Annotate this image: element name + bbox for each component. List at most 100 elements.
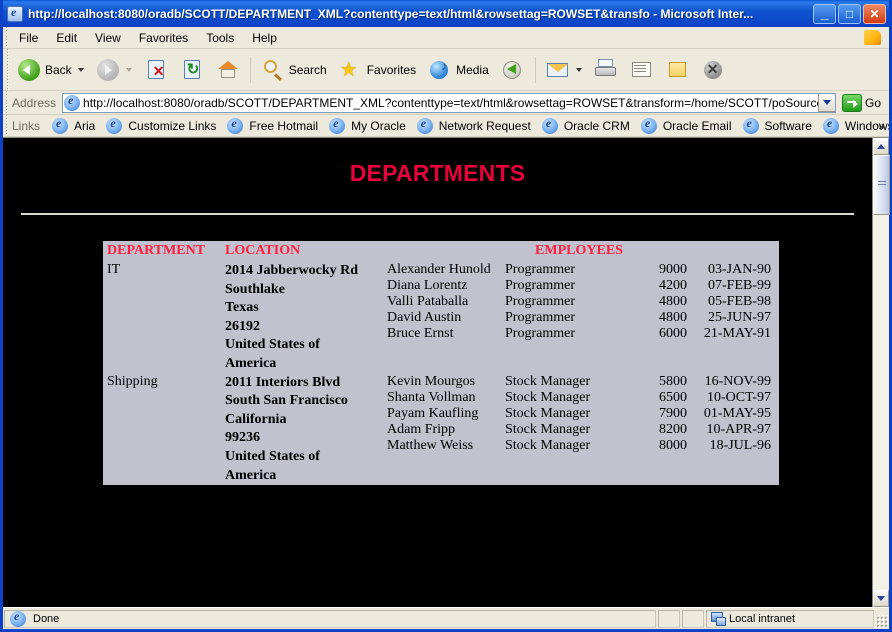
employee-name: Diana Lorentz — [383, 278, 501, 294]
employee-name: David Austin — [383, 310, 501, 326]
print-button[interactable] — [588, 51, 624, 89]
search-button[interactable]: Search — [255, 51, 333, 89]
link-my-oracle[interactable]: My Oracle — [323, 118, 411, 134]
stop-button[interactable]: ✕ — [138, 51, 174, 89]
forward-arrow-icon — [96, 58, 120, 82]
menu-favorites[interactable]: Favorites — [130, 29, 197, 47]
back-label: Back — [45, 63, 72, 77]
history-compass-icon — [501, 58, 525, 82]
employee-name: Valli Pataballa — [383, 294, 501, 310]
maximize-icon: □ — [839, 5, 860, 23]
back-dropdown-icon[interactable] — [78, 68, 84, 72]
location-line: 2014 Jabberwocky Rd — [225, 262, 375, 281]
employee-salary: 4200 — [631, 278, 691, 294]
scroll-up-button[interactable] — [873, 138, 889, 155]
employee-job: Stock Manager — [501, 422, 631, 438]
link-aria[interactable]: Aria — [46, 118, 100, 134]
table-row: IT2014 Jabberwocky RdSouthlakeTexas26192… — [103, 262, 779, 374]
toolbar-grip[interactable] — [4, 49, 11, 90]
address-dropdown-button[interactable] — [818, 94, 835, 112]
refresh-icon: ↻ — [180, 58, 204, 82]
browser-window: http://localhost:8080/oradb/SCOTT/DEPART… — [0, 0, 892, 632]
window-title: http://localhost:8080/oradb/SCOTT/DEPART… — [28, 7, 813, 21]
menu-help[interactable]: Help — [243, 29, 286, 47]
zone-text: Local intranet — [729, 613, 795, 625]
edit-button[interactable] — [624, 51, 660, 89]
go-button[interactable]: Go — [836, 94, 887, 112]
security-zone[interactable]: Local intranet — [706, 610, 874, 628]
network-zone-icon — [711, 612, 725, 625]
vertical-scrollbar[interactable] — [872, 138, 889, 607]
location-line: 26192 — [225, 318, 375, 337]
employee-row: Shanta VollmanStock Manager650010-OCT-97 — [383, 390, 775, 406]
resize-grip[interactable] — [875, 615, 889, 629]
link-icon — [743, 118, 759, 134]
search-label: Search — [289, 63, 327, 77]
department-name: Shipping — [103, 374, 221, 486]
link-network-request[interactable]: Network Request — [411, 118, 536, 134]
employee-row: Adam FrippStock Manager820010-APR-97 — [383, 422, 775, 438]
page-content: DEPARTMENTS DEPARTMENT LOCATION EMPLOYEE… — [3, 138, 872, 607]
messenger-button[interactable]: ✕ — [696, 51, 732, 89]
star-icon: ★ — [339, 58, 363, 82]
link-icon — [417, 118, 433, 134]
employee-row: Payam KauflingStock Manager790001-MAY-95 — [383, 406, 775, 422]
menu-grip[interactable] — [3, 27, 10, 48]
notes-icon — [666, 58, 690, 82]
employee-name: Kevin Mourgos — [383, 374, 501, 390]
employee-hire-date: 10-APR-97 — [691, 422, 775, 438]
close-button[interactable]: ✕ — [863, 4, 886, 24]
link-free-hotmail[interactable]: Free Hotmail — [221, 118, 323, 134]
location-line: 2011 Interiors Blvd — [225, 374, 375, 393]
menu-file[interactable]: File — [10, 29, 47, 47]
employee-hire-date: 01-MAY-95 — [691, 406, 775, 422]
scrollbar-thumb[interactable] — [873, 155, 890, 215]
favorites-button[interactable]: ★ Favorites — [333, 51, 422, 89]
employee-salary: 7900 — [631, 406, 691, 422]
back-button[interactable]: Back — [11, 51, 90, 89]
refresh-button[interactable]: ↻ — [174, 51, 210, 89]
scroll-down-button[interactable] — [873, 590, 889, 607]
media-button[interactable]: ♪ Media — [422, 51, 495, 89]
department-name: IT — [103, 262, 221, 374]
links-grip[interactable] — [3, 115, 10, 136]
mail-dropdown-icon[interactable] — [576, 68, 582, 72]
forward-dropdown-icon[interactable] — [126, 68, 132, 72]
history-button[interactable] — [495, 51, 531, 89]
status-text: Done — [33, 613, 59, 625]
media-globe-icon: ♪ — [428, 58, 452, 82]
link-label: Software — [765, 119, 812, 133]
page-title: DEPARTMENTS — [3, 160, 872, 187]
maximize-button[interactable]: □ — [838, 4, 861, 24]
back-arrow-icon — [17, 58, 41, 82]
toolbar-separator — [250, 57, 251, 83]
status-message: Done — [4, 610, 656, 628]
link-customize-links[interactable]: Customize Links — [100, 118, 221, 134]
header-location: LOCATION — [221, 241, 379, 262]
employee-salary: 5800 — [631, 374, 691, 390]
forward-button[interactable] — [90, 51, 138, 89]
minimize-button[interactable]: _ — [813, 4, 836, 24]
employee-row: Bruce ErnstProgrammer600021-MAY-91 — [383, 326, 775, 342]
employees-table: Alexander HunoldProgrammer900003-JAN-90D… — [383, 262, 775, 342]
employee-job: Stock Manager — [501, 374, 631, 390]
address-grip[interactable] — [3, 91, 10, 114]
link-software[interactable]: Software — [737, 118, 817, 134]
link-icon — [52, 118, 68, 134]
links-overflow-icon[interactable]: » — [878, 119, 885, 133]
discuss-button[interactable] — [660, 51, 696, 89]
employee-row: Alexander HunoldProgrammer900003-JAN-90 — [383, 262, 775, 278]
ie-document-icon — [7, 6, 23, 22]
link-oracle-email[interactable]: Oracle Email — [635, 118, 737, 134]
departments-body: IT2014 Jabberwocky RdSouthlakeTexas26192… — [103, 262, 779, 485]
home-button[interactable] — [210, 51, 246, 89]
stop-icon: ✕ — [144, 58, 168, 82]
menu-tools[interactable]: Tools — [197, 29, 243, 47]
scrollbar-track[interactable] — [873, 155, 889, 590]
menu-edit[interactable]: Edit — [47, 29, 86, 47]
menu-view[interactable]: View — [86, 29, 130, 47]
table-row: Shipping2011 Interiors BlvdSouth San Fra… — [103, 374, 779, 486]
link-oracle-crm[interactable]: Oracle CRM — [536, 118, 635, 134]
mail-button[interactable] — [540, 51, 588, 89]
address-input[interactable]: http://localhost:8080/oradb/SCOTT/DEPART… — [62, 93, 836, 113]
